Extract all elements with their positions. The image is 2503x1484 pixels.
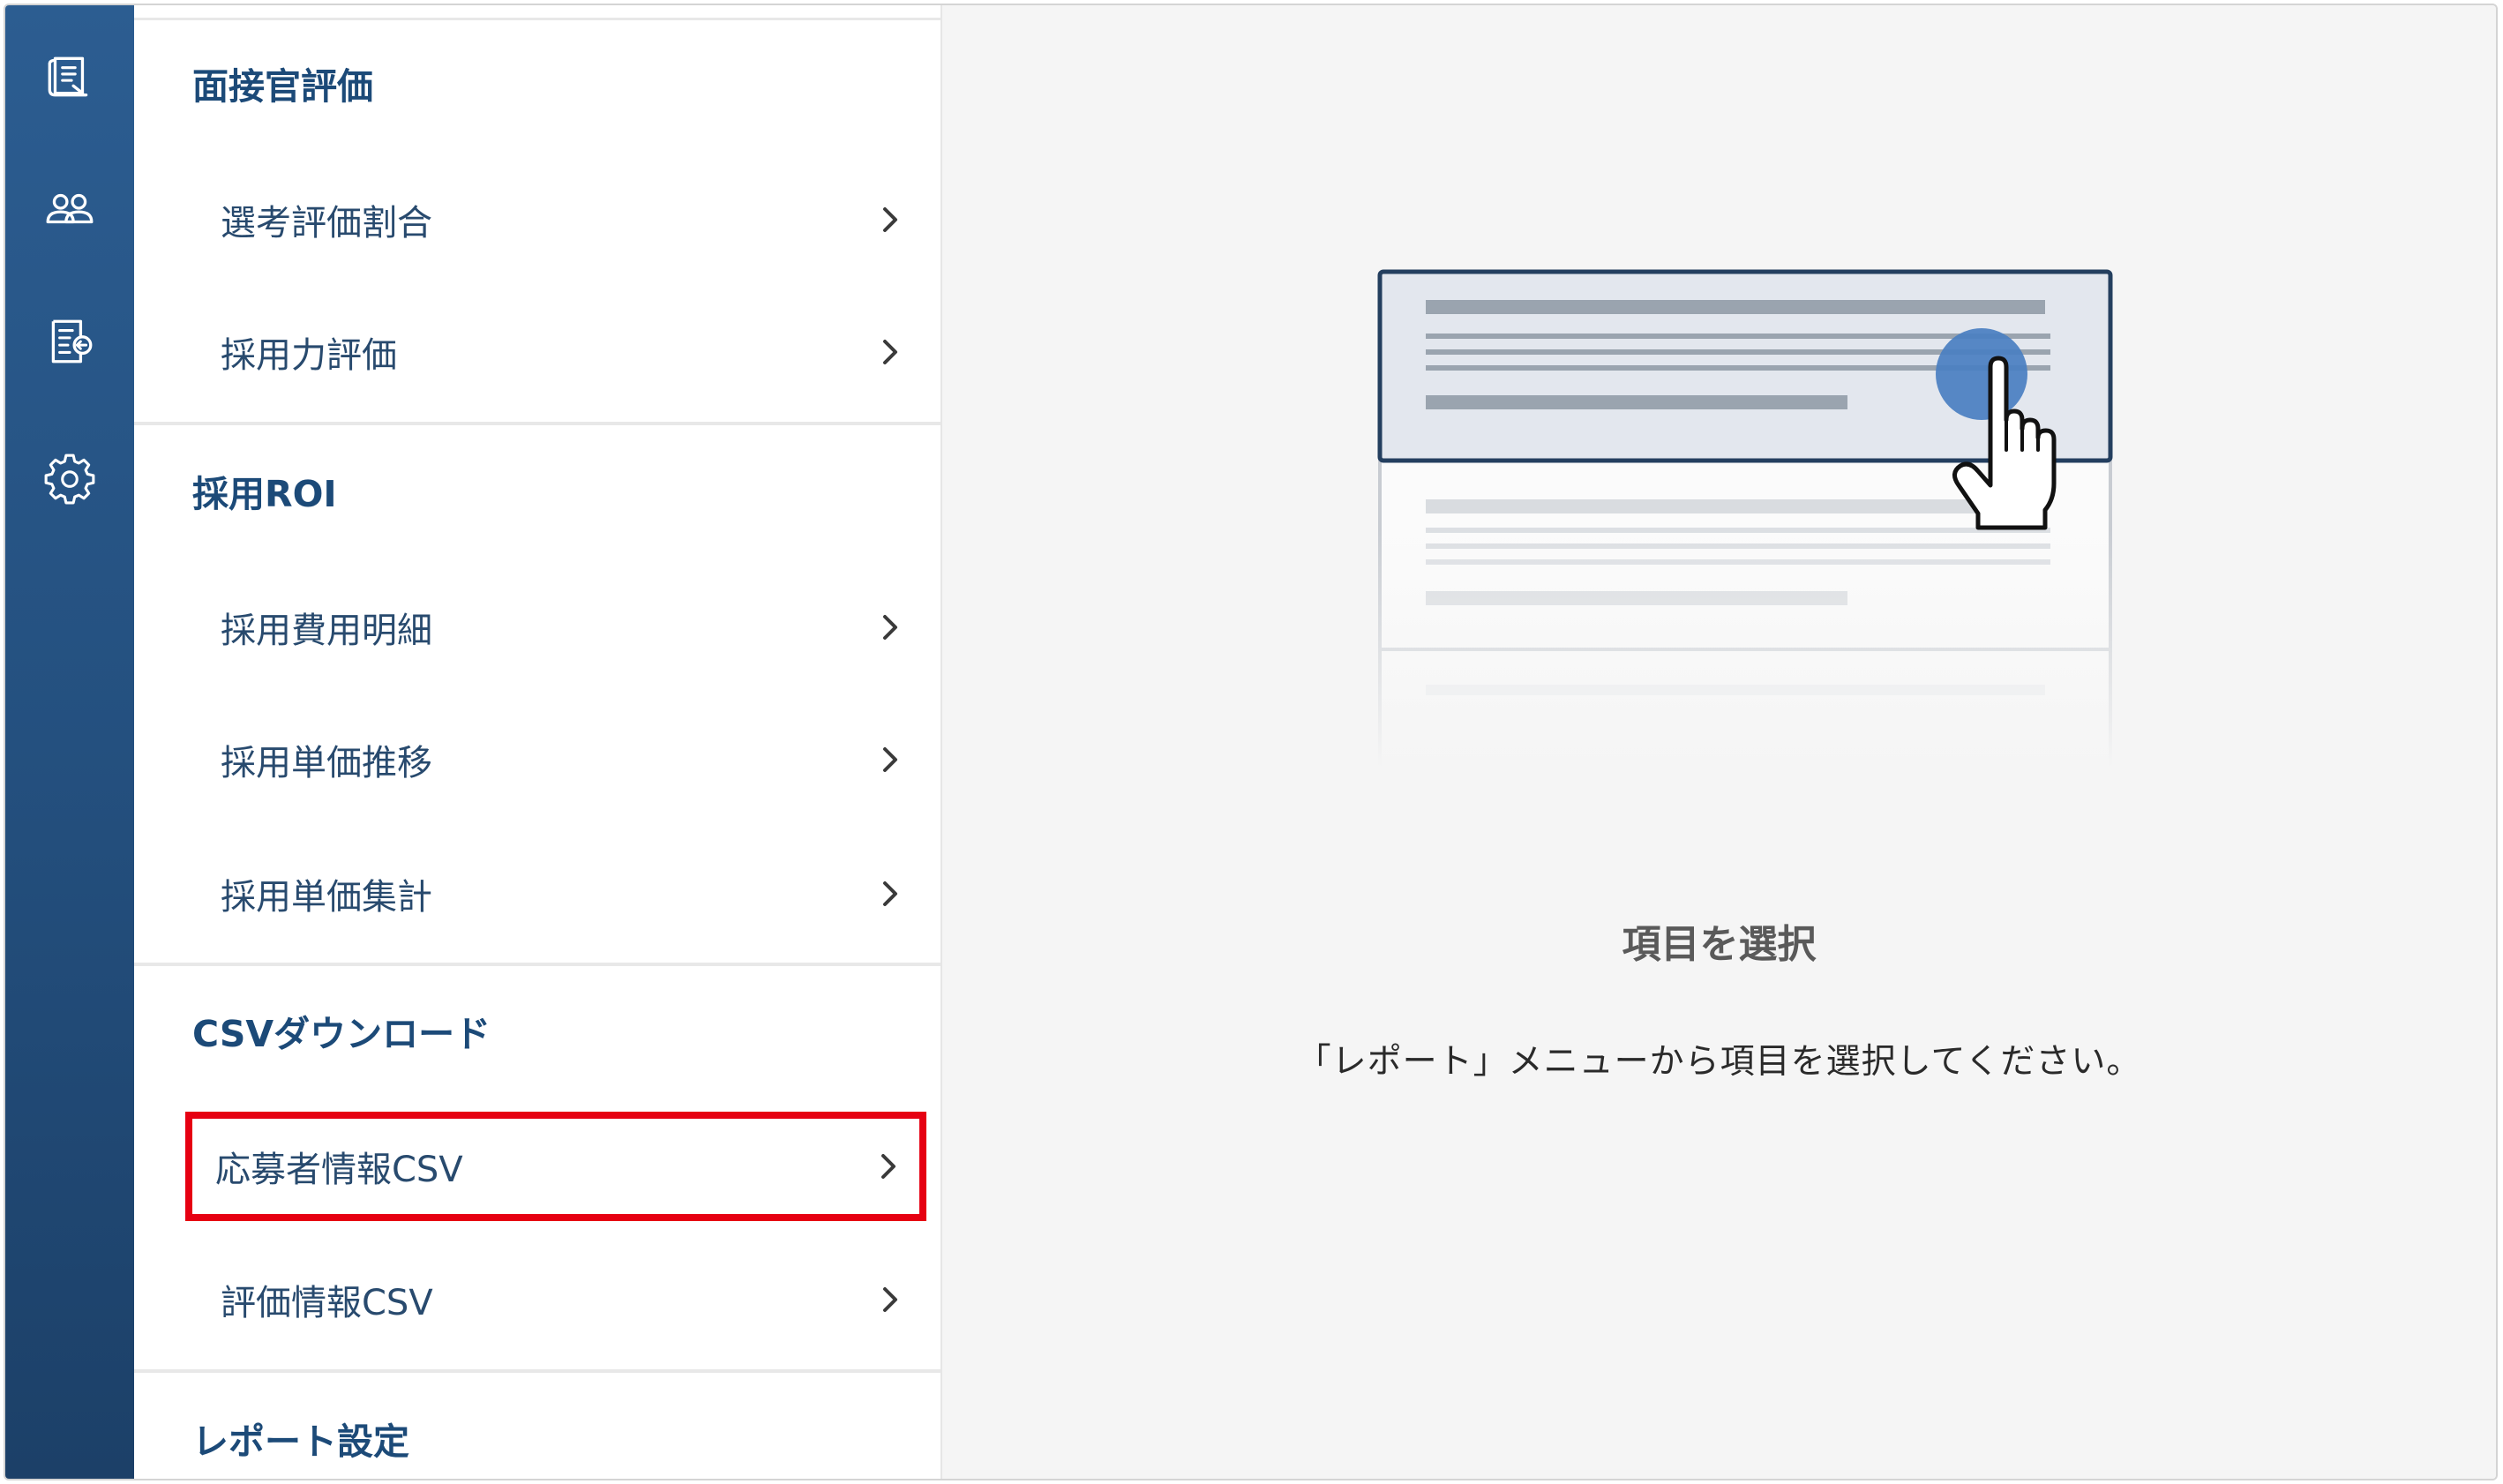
menu-item-label: 応募者情報CSV: [215, 1150, 463, 1190]
section-title-report-settings: レポート設定: [192, 1420, 409, 1463]
divider: [134, 422, 940, 425]
app-window: 面接官評価 選考評価割合 採用力評価 採用ROI 採用費用明細 採用単価推移 採…: [4, 4, 2498, 1480]
chevron-right-icon: [881, 1154, 896, 1179]
menu-item-recruiting-cost-details[interactable]: 採用費用明細: [191, 577, 928, 678]
menu-item-label: 評価情報CSV: [221, 1283, 433, 1323]
menu-item-unit-cost-trend[interactable]: 採用単価推移: [191, 709, 928, 810]
divider: [134, 1369, 940, 1373]
menu-item-selection-evaluation-ratio[interactable]: 選考評価割合: [191, 169, 928, 270]
section-title-recruiting-roi: 採用ROI: [192, 473, 337, 515]
section-title-interviewer-evaluation: 面接官評価: [192, 65, 373, 108]
chevron-right-icon: [883, 1287, 897, 1312]
select-item-illustration: [1375, 269, 2116, 766]
rail-users-button[interactable]: [5, 161, 134, 258]
chevron-right-icon: [883, 881, 897, 906]
divider: [134, 963, 940, 966]
chevron-right-icon: [883, 747, 897, 772]
gear-icon: [44, 453, 95, 505]
empty-state-title: 項目を選択: [1622, 922, 1817, 967]
chevron-right-icon: [883, 207, 897, 232]
divider: [134, 18, 940, 20]
icon-rail: [5, 5, 134, 1479]
menu-item-recruiting-power-evaluation[interactable]: 採用力評価: [191, 302, 928, 402]
rail-form-button[interactable]: [5, 293, 134, 390]
chevron-right-icon: [883, 615, 897, 640]
menu-item-evaluation-info-csv[interactable]: 評価情報CSV: [191, 1249, 928, 1350]
empty-state-description: 「レポート」メニューから項目を選択してください。: [1296, 1042, 2142, 1082]
users-icon: [46, 193, 94, 224]
content-area: 項目を選択 「レポート」メニューから項目を選択してください。: [942, 5, 2496, 1479]
form-icon: [51, 319, 93, 364]
menu-item-label: 採用力評価: [221, 335, 397, 376]
report-icon: [48, 56, 88, 97]
rail-report-button[interactable]: [5, 28, 134, 125]
menu-item-label: 選考評価割合: [221, 203, 432, 244]
rail-settings-button[interactable]: [5, 429, 134, 526]
menu-item-label: 採用単価集計: [221, 877, 432, 918]
report-menu: 面接官評価 選考評価割合 採用力評価 採用ROI 採用費用明細 採用単価推移 採…: [134, 5, 942, 1479]
chevron-right-icon: [883, 340, 897, 364]
section-title-csv-download: CSVダウンロード: [192, 1013, 491, 1055]
menu-item-label: 採用費用明細: [221, 611, 432, 651]
menu-item-label: 採用単価推移: [221, 743, 432, 783]
menu-item-unit-cost-summary[interactable]: 採用単価集計: [191, 843, 928, 944]
menu-item-applicant-info-csv[interactable]: 応募者情報CSV: [185, 1112, 926, 1221]
